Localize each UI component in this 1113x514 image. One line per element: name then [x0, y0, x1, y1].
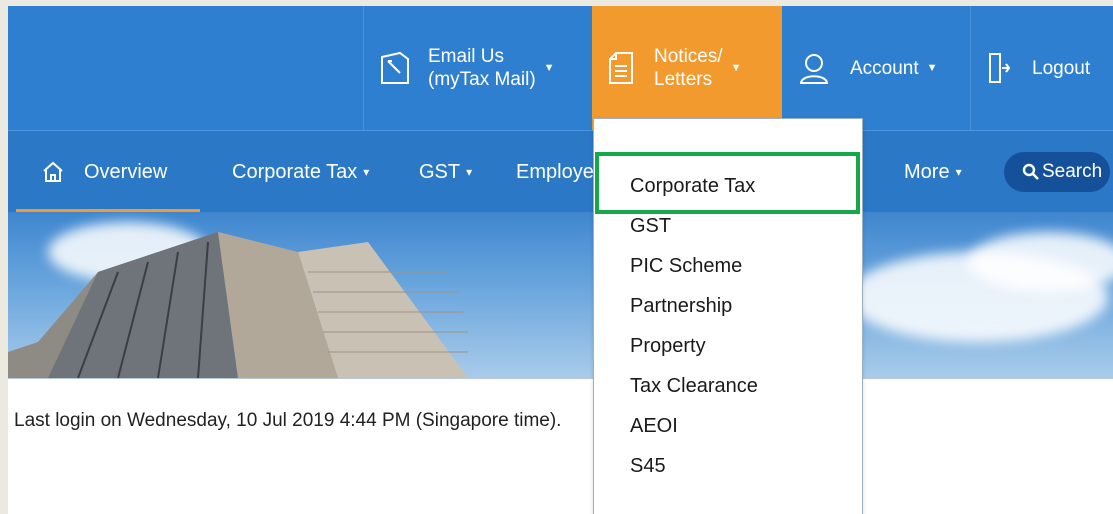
dropdown-item-pic-scheme[interactable]: PIC Scheme	[630, 246, 758, 286]
logout-label: Logout	[1032, 57, 1091, 79]
email-us-menu[interactable]: Email Us (myTax Mail) ▼	[380, 6, 592, 130]
last-login-text: Last login on Wednesday, 10 Jul 2019 4:4…	[14, 410, 562, 431]
dropdown-item-aeoi[interactable]: AEOI	[630, 406, 758, 446]
email-us-label-line1: Email Us	[428, 46, 505, 67]
divider	[970, 6, 971, 130]
logout-button[interactable]: Logout	[988, 6, 1113, 130]
nav-employer[interactable]: Employe	[516, 131, 594, 213]
home-icon	[42, 161, 64, 183]
nav-more-label: More	[904, 160, 950, 183]
notices-label-line1: Notices/	[654, 46, 723, 67]
top-bar: Email Us (myTax Mail) ▼ Notices/ Letters…	[8, 6, 1113, 130]
dropdown-item-s45[interactable]: S45	[630, 446, 758, 486]
nav-gst-label: GST	[419, 160, 461, 183]
dropdown-item-property[interactable]: Property	[630, 326, 758, 366]
email-us-label-line2: (myTax Mail)	[428, 69, 536, 90]
document-icon	[608, 51, 634, 85]
banner-image	[8, 212, 1113, 378]
building-illustration	[8, 232, 468, 378]
nav-more[interactable]: More ▾	[904, 131, 962, 213]
chevron-down-icon: ▼	[926, 61, 938, 74]
chevron-down-icon: ▾	[363, 165, 370, 179]
nav-corporate-tax[interactable]: Corporate Tax ▾	[232, 131, 369, 213]
search-button[interactable]: Search	[1004, 152, 1110, 192]
chevron-down-icon: ▼	[730, 61, 742, 74]
divider	[8, 378, 1113, 379]
dropdown-item-partnership[interactable]: Partnership	[630, 286, 758, 326]
divider	[363, 6, 364, 130]
highlight-box	[595, 152, 860, 214]
main-nav: Overview Corporate Tax ▾ GST ▾ Employe M…	[8, 130, 1113, 213]
nav-overview-label: Overview	[84, 160, 168, 183]
dropdown-item-tax-clearance[interactable]: Tax Clearance	[630, 366, 758, 406]
user-icon	[798, 52, 830, 84]
notices-letters-menu[interactable]: Notices/ Letters ▼	[592, 6, 782, 130]
logout-door-icon	[988, 52, 1010, 84]
mail-pencil-icon	[380, 51, 410, 85]
account-label: Account	[850, 57, 919, 79]
notices-label-line2: Letters	[654, 69, 713, 90]
nav-overview[interactable]: Overview	[16, 131, 200, 213]
chevron-down-icon: ▼	[543, 61, 555, 74]
nav-gst[interactable]: GST ▾	[419, 131, 472, 213]
search-label: Search	[1042, 161, 1103, 182]
nav-corporate-tax-label: Corporate Tax	[232, 160, 358, 183]
chevron-down-icon: ▾	[955, 165, 962, 179]
chevron-down-icon: ▾	[466, 165, 473, 179]
search-icon	[1022, 163, 1040, 181]
account-menu[interactable]: Account ▼	[798, 6, 968, 130]
nav-employer-label: Employe	[516, 160, 594, 183]
page-frame: Email Us (myTax Mail) ▼ Notices/ Letters…	[8, 6, 1113, 514]
